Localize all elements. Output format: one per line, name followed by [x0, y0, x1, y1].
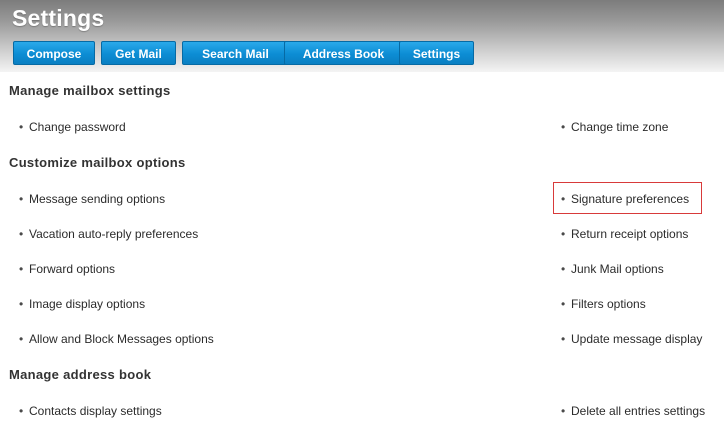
- section-title-manage-address-book: Manage address book: [9, 367, 152, 382]
- page-title: Settings: [12, 5, 105, 31]
- option-label: Signature preferences: [571, 192, 690, 206]
- option-allow-block-messages[interactable]: • Allow and Block Messages options: [19, 332, 214, 346]
- option-label: Junk Mail options: [571, 262, 664, 276]
- option-return-receipt[interactable]: • Return receipt options: [561, 227, 688, 241]
- option-label: Message sending options: [29, 192, 166, 206]
- option-vacation-auto-reply[interactable]: • Vacation auto-reply preferences: [19, 227, 198, 241]
- bullet-icon: •: [19, 120, 24, 134]
- bullet-icon: •: [561, 332, 566, 346]
- option-label: Return receipt options: [571, 227, 689, 241]
- search-mail-button[interactable]: Search Mail: [182, 41, 289, 65]
- option-label: Vacation auto-reply preferences: [29, 227, 199, 241]
- bullet-icon: •: [561, 297, 566, 311]
- option-junk-mail[interactable]: • Junk Mail options: [561, 262, 664, 276]
- bullet-icon: •: [19, 297, 24, 311]
- option-update-message-display[interactable]: • Update message display: [561, 332, 702, 346]
- section-title-customize-mailbox: Customize mailbox options: [9, 155, 186, 170]
- compose-button[interactable]: Compose: [13, 41, 95, 65]
- option-label: Contacts display settings: [29, 404, 162, 418]
- option-change-password[interactable]: • Change password: [19, 120, 126, 134]
- bullet-icon: •: [561, 227, 566, 241]
- bullet-icon: •: [561, 192, 566, 206]
- option-signature-preferences[interactable]: • Signature preferences: [561, 192, 689, 206]
- bullet-icon: •: [561, 404, 566, 418]
- bullet-icon: •: [19, 404, 24, 418]
- bullet-icon: •: [19, 192, 24, 206]
- option-label: Filters options: [571, 297, 646, 311]
- header-bar: Settings Compose Get Mail Search Mail Ad…: [0, 0, 724, 72]
- option-label: Image display options: [29, 297, 146, 311]
- option-contacts-display[interactable]: • Contacts display settings: [19, 404, 162, 418]
- option-label: Update message display: [571, 332, 703, 346]
- address-book-button[interactable]: Address Book: [284, 41, 403, 65]
- option-label: Change time zone: [571, 120, 669, 134]
- option-label: Allow and Block Messages options: [29, 332, 214, 346]
- option-forward[interactable]: • Forward options: [19, 262, 115, 276]
- option-delete-all-entries[interactable]: • Delete all entries settings: [561, 404, 705, 418]
- bullet-icon: •: [561, 262, 566, 276]
- bullet-icon: •: [19, 332, 24, 346]
- get-mail-button[interactable]: Get Mail: [101, 41, 176, 65]
- bullet-icon: •: [19, 262, 24, 276]
- bullet-icon: •: [561, 120, 566, 134]
- option-filters[interactable]: • Filters options: [561, 297, 646, 311]
- option-image-display[interactable]: • Image display options: [19, 297, 145, 311]
- bullet-icon: •: [19, 227, 24, 241]
- option-label: Delete all entries settings: [571, 404, 706, 418]
- option-label: Forward options: [29, 262, 116, 276]
- settings-button[interactable]: Settings: [399, 41, 474, 65]
- option-label: Change password: [29, 120, 126, 134]
- section-title-manage-mailbox: Manage mailbox settings: [9, 83, 171, 98]
- option-change-time-zone[interactable]: • Change time zone: [561, 120, 668, 134]
- option-message-sending[interactable]: • Message sending options: [19, 192, 165, 206]
